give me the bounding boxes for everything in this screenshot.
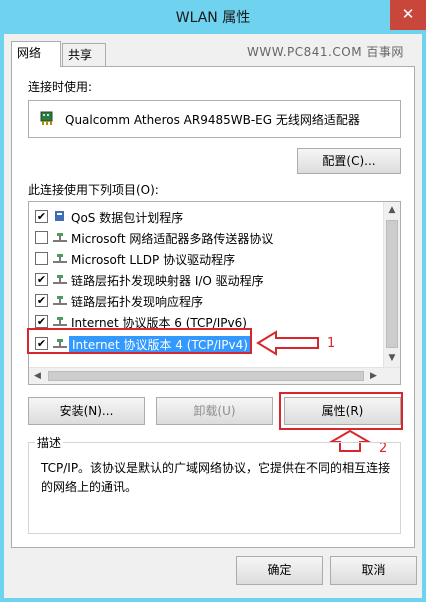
scroll-thumb[interactable] <box>386 220 398 348</box>
item-label: Microsoft LLDP 协议驱动程序 <box>71 253 236 267</box>
protocol-icon <box>53 296 67 305</box>
scroll-up-icon[interactable]: ▲ <box>384 202 400 219</box>
item-label: 链路层拓扑发现响应程序 <box>71 295 204 309</box>
watermark-text: WWW.PC841.COM 百事网 <box>247 45 404 59</box>
list-item[interactable]: ✔ 链路层拓扑发现响应程序 <box>29 290 384 311</box>
components-list[interactable]: ✔ QoS 数据包计划程序 Microsoft 网络适配器多路传送器协议 Mic… <box>28 201 401 385</box>
qos-icon <box>55 211 64 221</box>
cancel-button[interactable]: 取消 <box>330 556 417 585</box>
scroll-right-icon[interactable]: ▶ <box>365 368 382 384</box>
ok-button[interactable]: 确定 <box>236 556 323 585</box>
item-label: QoS 数据包计划程序 <box>71 211 184 225</box>
protocol-icon <box>53 317 67 326</box>
checkbox[interactable] <box>35 231 48 244</box>
list-item[interactable]: ✔ QoS 数据包计划程序 <box>29 206 384 227</box>
adapter-name: Qualcomm Atheros AR9485WB-EG 无线网络适配器 <box>65 113 360 127</box>
adapter-box: Qualcomm Atheros AR9485WB-EG 无线网络适配器 <box>28 100 401 138</box>
checkbox[interactable]: ✔ <box>35 315 48 328</box>
title-bar: WLAN 属性 ✕ <box>0 0 426 34</box>
vertical-scrollbar[interactable]: ▲ ▼ <box>383 202 400 367</box>
horizontal-scrollbar[interactable]: ◀ ▶ <box>29 367 400 384</box>
annotation-box <box>279 392 403 430</box>
description-text: TCP/IP。该协议是默认的广域网络协议，它提供在不同的相互连接的网络上的通讯。 <box>41 461 391 494</box>
list-item[interactable]: ✔ 链路层拓扑发现映射器 I/O 驱动程序 <box>29 269 384 290</box>
uninstall-button[interactable]: 卸载(U) <box>156 397 273 425</box>
protocol-icon <box>53 254 67 263</box>
checkbox[interactable]: ✔ <box>35 210 48 223</box>
scroll-down-icon[interactable]: ▼ <box>384 350 400 367</box>
description-group: 描述 TCP/IP。该协议是默认的广域网络协议，它提供在不同的相互连接的网络上的… <box>28 434 401 534</box>
annotation-box <box>27 328 252 354</box>
item-label: 链路层拓扑发现映射器 I/O 驱动程序 <box>71 274 264 288</box>
item-label: Microsoft 网络适配器多路传送器协议 <box>71 232 274 246</box>
items-label: 此连接使用下列项目(O): <box>28 183 159 197</box>
tab-network[interactable]: 网络 <box>11 41 61 67</box>
annotation-arrow-icon <box>256 330 319 356</box>
install-button[interactable]: 安装(N)... <box>28 397 145 425</box>
configure-button[interactable]: 配置(C)... <box>297 148 401 174</box>
protocol-icon <box>53 275 67 284</box>
tab-sharing[interactable]: 共享 <box>62 43 106 67</box>
annotation-number: 1 <box>327 336 336 351</box>
description-legend: 描述 <box>35 434 64 451</box>
protocol-icon <box>53 233 67 242</box>
connect-using-label: 连接时使用: <box>28 80 93 94</box>
checkbox[interactable]: ✔ <box>35 294 48 307</box>
scroll-left-icon[interactable]: ◀ <box>29 368 46 384</box>
checkbox[interactable] <box>35 252 48 265</box>
checkbox[interactable]: ✔ <box>35 273 48 286</box>
scroll-thumb[interactable] <box>48 371 364 381</box>
window-title: WLAN 属性 <box>175 10 251 26</box>
list-item[interactable]: Microsoft LLDP 协议驱动程序 <box>29 248 384 269</box>
list-item[interactable]: Microsoft 网络适配器多路传送器协议 <box>29 227 384 248</box>
close-button[interactable]: ✕ <box>390 0 426 30</box>
network-adapter-icon <box>40 111 53 125</box>
